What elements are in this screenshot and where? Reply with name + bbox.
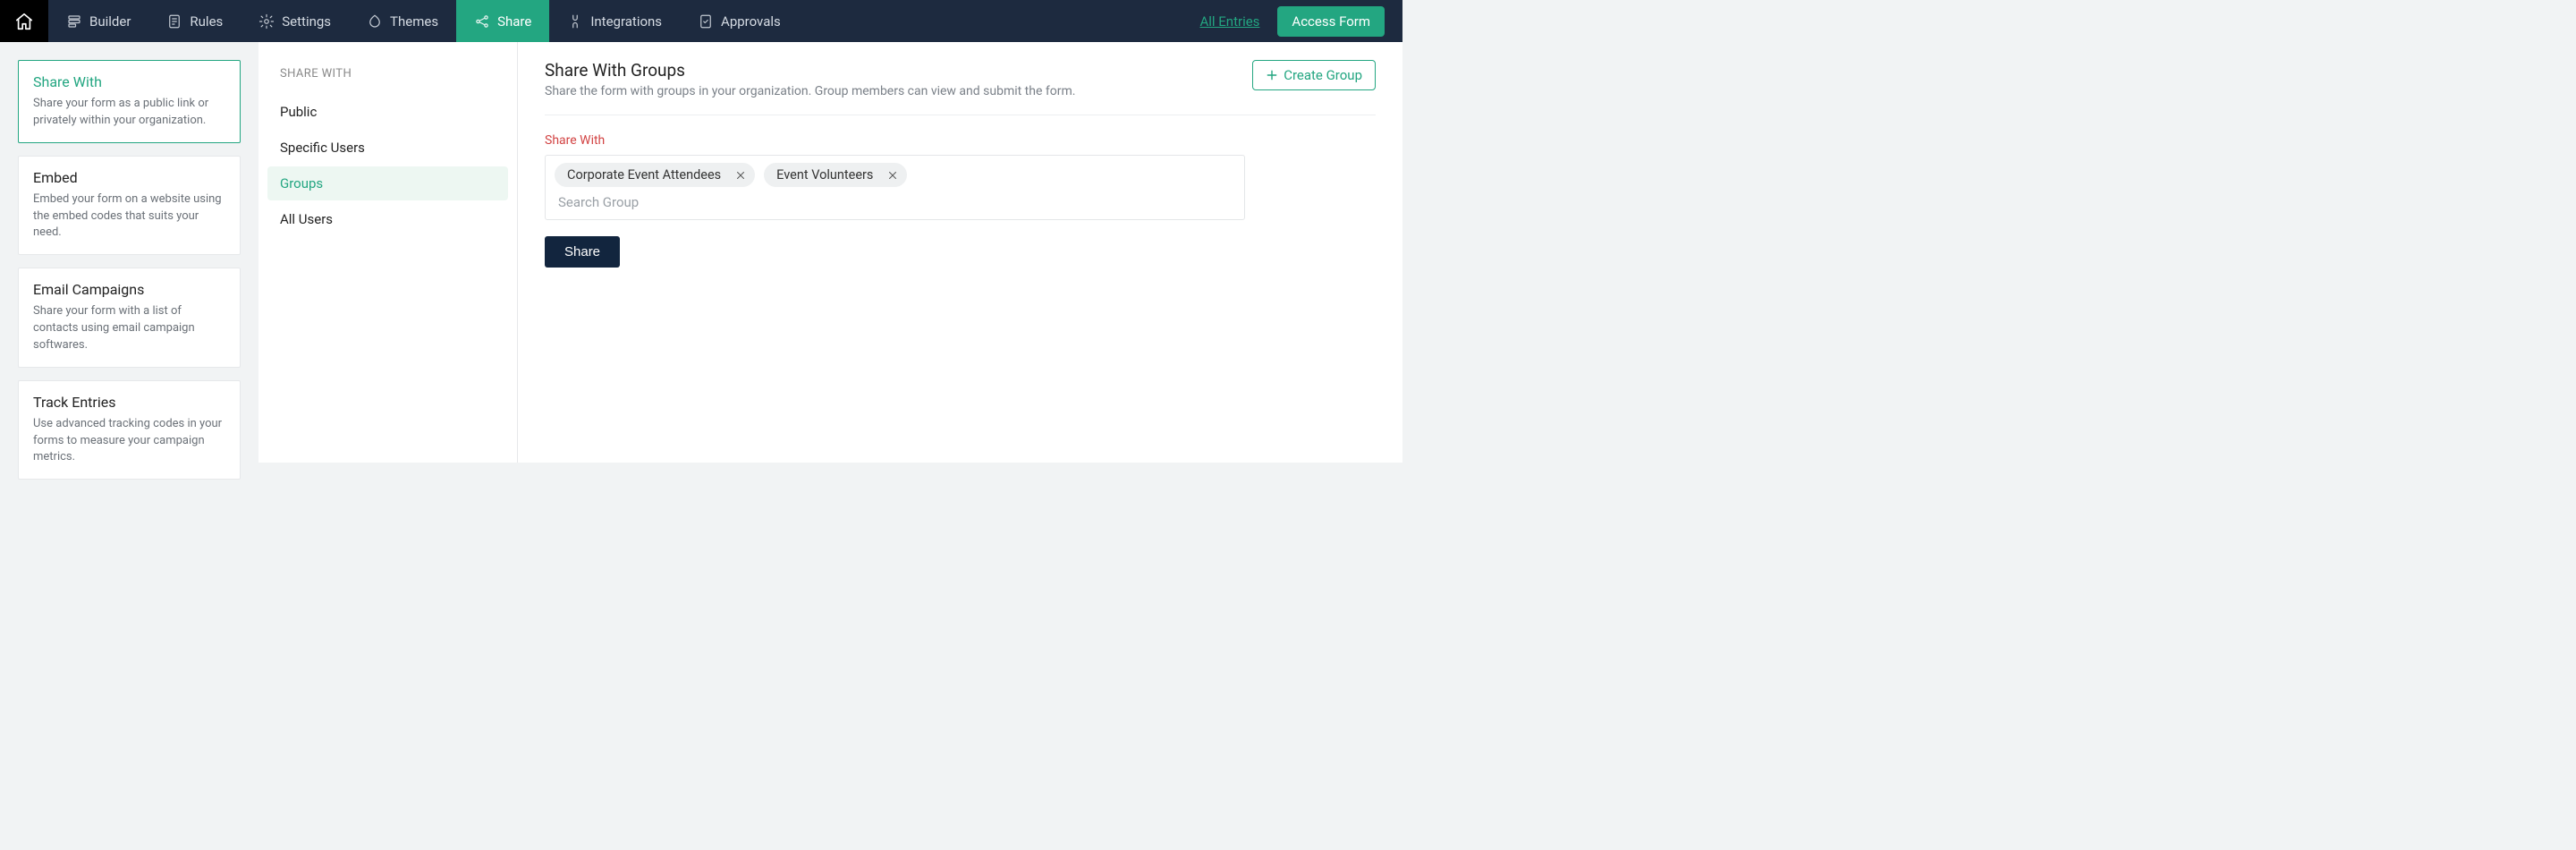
sub-item-public[interactable]: Public: [267, 95, 508, 129]
share-button[interactable]: Share: [545, 236, 620, 268]
share-with-subnav: SHARE WITH PublicSpecific UsersGroupsAll…: [258, 42, 518, 463]
group-chip: Corporate Event Attendees: [555, 163, 755, 187]
tab-themes[interactable]: Themes: [349, 0, 456, 42]
search-group-input[interactable]: [555, 187, 1235, 212]
tab-label: Share: [497, 13, 531, 30]
page-title: Share With Groups: [545, 60, 1075, 81]
chip-label: Event Volunteers: [776, 167, 873, 183]
chip-remove[interactable]: [735, 170, 746, 181]
card-desc: Use advanced tracking codes in your form…: [33, 416, 225, 467]
card-desc: Share your form as a public link or priv…: [33, 96, 225, 130]
tab-share[interactable]: Share: [456, 0, 549, 42]
card-title: Email Campaigns: [33, 281, 225, 298]
share-with-field-label: Share With: [545, 133, 1376, 148]
integrations-icon: [567, 13, 583, 30]
tab-label: Integrations: [590, 13, 662, 30]
card-track-entries[interactable]: Track Entries Use advanced tracking codes…: [18, 380, 241, 480]
card-title: Track Entries: [33, 394, 225, 411]
tab-label: Settings: [282, 13, 331, 30]
home-icon: [14, 12, 34, 31]
builder-icon: [66, 13, 82, 30]
card-embed[interactable]: Embed Embed your form on a website using …: [18, 156, 241, 256]
card-share-with[interactable]: Share With Share your form as a public li…: [18, 60, 241, 143]
share-with-heading: SHARE WITH: [267, 67, 508, 93]
plus-icon: [1266, 69, 1278, 81]
sub-item-all-users[interactable]: All Users: [267, 202, 508, 236]
main-panel: Share With Groups Share the form with gr…: [518, 42, 1402, 463]
card-title: Embed: [33, 169, 225, 186]
tab-label: Themes: [390, 13, 438, 30]
page-subtitle: Share the form with groups in your organ…: [545, 84, 1075, 98]
all-entries-link[interactable]: All Entries: [1199, 13, 1259, 30]
settings-icon: [258, 13, 275, 30]
left-panel: Share With Share your form as a public li…: [0, 42, 258, 463]
top-nav: Builder Rules Settings Themes Share Integrati…: [0, 0, 1402, 42]
chip-remove[interactable]: [887, 170, 898, 181]
groups-input[interactable]: Corporate Event Attendees Event Volunteer…: [545, 155, 1245, 220]
create-group-button[interactable]: Create Group: [1252, 60, 1376, 90]
card-title: Share With: [33, 73, 225, 90]
chip-label: Corporate Event Attendees: [567, 167, 721, 183]
home-button[interactable]: [0, 0, 48, 42]
rules-icon: [166, 13, 182, 30]
tab-label: Approvals: [721, 13, 781, 30]
tab-rules[interactable]: Rules: [148, 0, 241, 42]
card-desc: Embed your form on a website using the e…: [33, 191, 225, 242]
tab-label: Builder: [89, 13, 131, 30]
create-group-label: Create Group: [1284, 67, 1362, 83]
approvals-icon: [698, 13, 714, 30]
close-icon: [735, 170, 746, 181]
tab-approvals[interactable]: Approvals: [680, 0, 799, 42]
share-icon: [474, 13, 490, 30]
sub-item-groups[interactable]: Groups: [267, 166, 508, 200]
access-form-button[interactable]: Access Form: [1277, 6, 1385, 37]
tab-builder[interactable]: Builder: [48, 0, 148, 42]
card-desc: Share your form with a list of contacts …: [33, 303, 225, 354]
card-email-campaigns[interactable]: Email Campaigns Share your form with a li…: [18, 268, 241, 368]
themes-icon: [367, 13, 383, 30]
tab-label: Rules: [190, 13, 223, 30]
tab-settings[interactable]: Settings: [241, 0, 349, 42]
group-chip: Event Volunteers: [764, 163, 907, 187]
sub-item-specific-users[interactable]: Specific Users: [267, 131, 508, 165]
tab-integrations[interactable]: Integrations: [549, 0, 680, 42]
close-icon: [887, 170, 898, 181]
